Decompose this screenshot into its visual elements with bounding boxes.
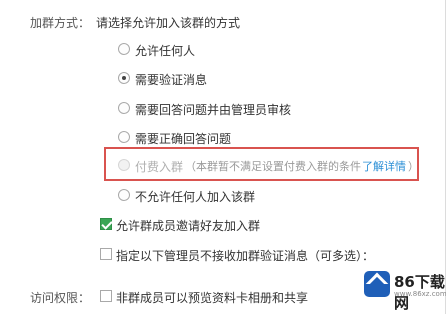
- radio-button[interactable]: [118, 72, 130, 84]
- radio-button[interactable]: [118, 43, 130, 55]
- radio-option-paid-join: 付费入群 （本群暂不满足设置付费入群的条件 了解详情 ）: [118, 157, 419, 174]
- paid-join-note-end: ）: [408, 160, 419, 173]
- checkbox[interactable]: [100, 248, 112, 260]
- radio-button: [118, 159, 130, 171]
- radio-button[interactable]: [118, 131, 130, 143]
- download-logo-icon: [364, 271, 390, 297]
- radio-button[interactable]: [118, 189, 130, 201]
- join-method-label: 加群方式：: [30, 16, 91, 30]
- watermark-logo: 86下载网 www.86xz.com: [362, 268, 446, 314]
- watermark-url: www.86xz.com: [394, 290, 446, 298]
- paid-join-note: （本群暂不满足设置付费入群的条件: [185, 160, 361, 173]
- radio-label: 付费入群: [135, 160, 184, 174]
- radio-button[interactable]: [118, 102, 130, 114]
- checkbox-label: 非群成员可以预览资料卡相册和共享: [116, 291, 309, 305]
- radio-option-disallow-anyone[interactable]: 不允许任何人加入该群: [118, 187, 338, 204]
- radio-label: 需要回答问题并由管理员审核: [135, 103, 292, 117]
- radio-option-answer-correctly[interactable]: 需要正确回答问题: [118, 129, 318, 146]
- radio-label: 需要正确回答问题: [135, 132, 232, 146]
- checkbox-nonmember-preview[interactable]: 非群成员可以预览资料卡相册和共享: [100, 288, 350, 305]
- checkbox-admins-no-verification[interactable]: 指定以下管理员不接收加群验证消息（可多选）：: [100, 246, 390, 263]
- join-method-prompt: 请选择允许加入该群的方式: [96, 16, 241, 30]
- radio-option-require-verification[interactable]: 需要验证消息: [118, 70, 318, 87]
- group-settings-panel: 加群方式： 请选择允许加入该群的方式 允许任何人 需要验证消息 需要回答问题并由…: [0, 0, 446, 314]
- checkbox-label: 指定以下管理员不接收加群验证消息（可多选）：: [116, 249, 375, 263]
- radio-label: 允许任何人: [135, 44, 196, 58]
- checkbox[interactable]: [100, 218, 112, 230]
- checkbox[interactable]: [100, 290, 112, 302]
- access-label: 访问权限：: [30, 291, 91, 305]
- checkbox-allow-member-invite[interactable]: 允许群成员邀请好友加入群: [100, 216, 320, 233]
- radio-label: 不允许任何人加入该群: [135, 190, 256, 204]
- radio-option-allow-anyone[interactable]: 允许任何人: [118, 41, 318, 58]
- learn-more-link[interactable]: 了解详情: [362, 158, 406, 174]
- radio-label: 需要验证消息: [135, 73, 208, 87]
- radio-option-answer-and-admin-review[interactable]: 需要回答问题并由管理员审核: [118, 100, 368, 117]
- checkbox-label: 允许群成员邀请好友加入群: [116, 219, 261, 233]
